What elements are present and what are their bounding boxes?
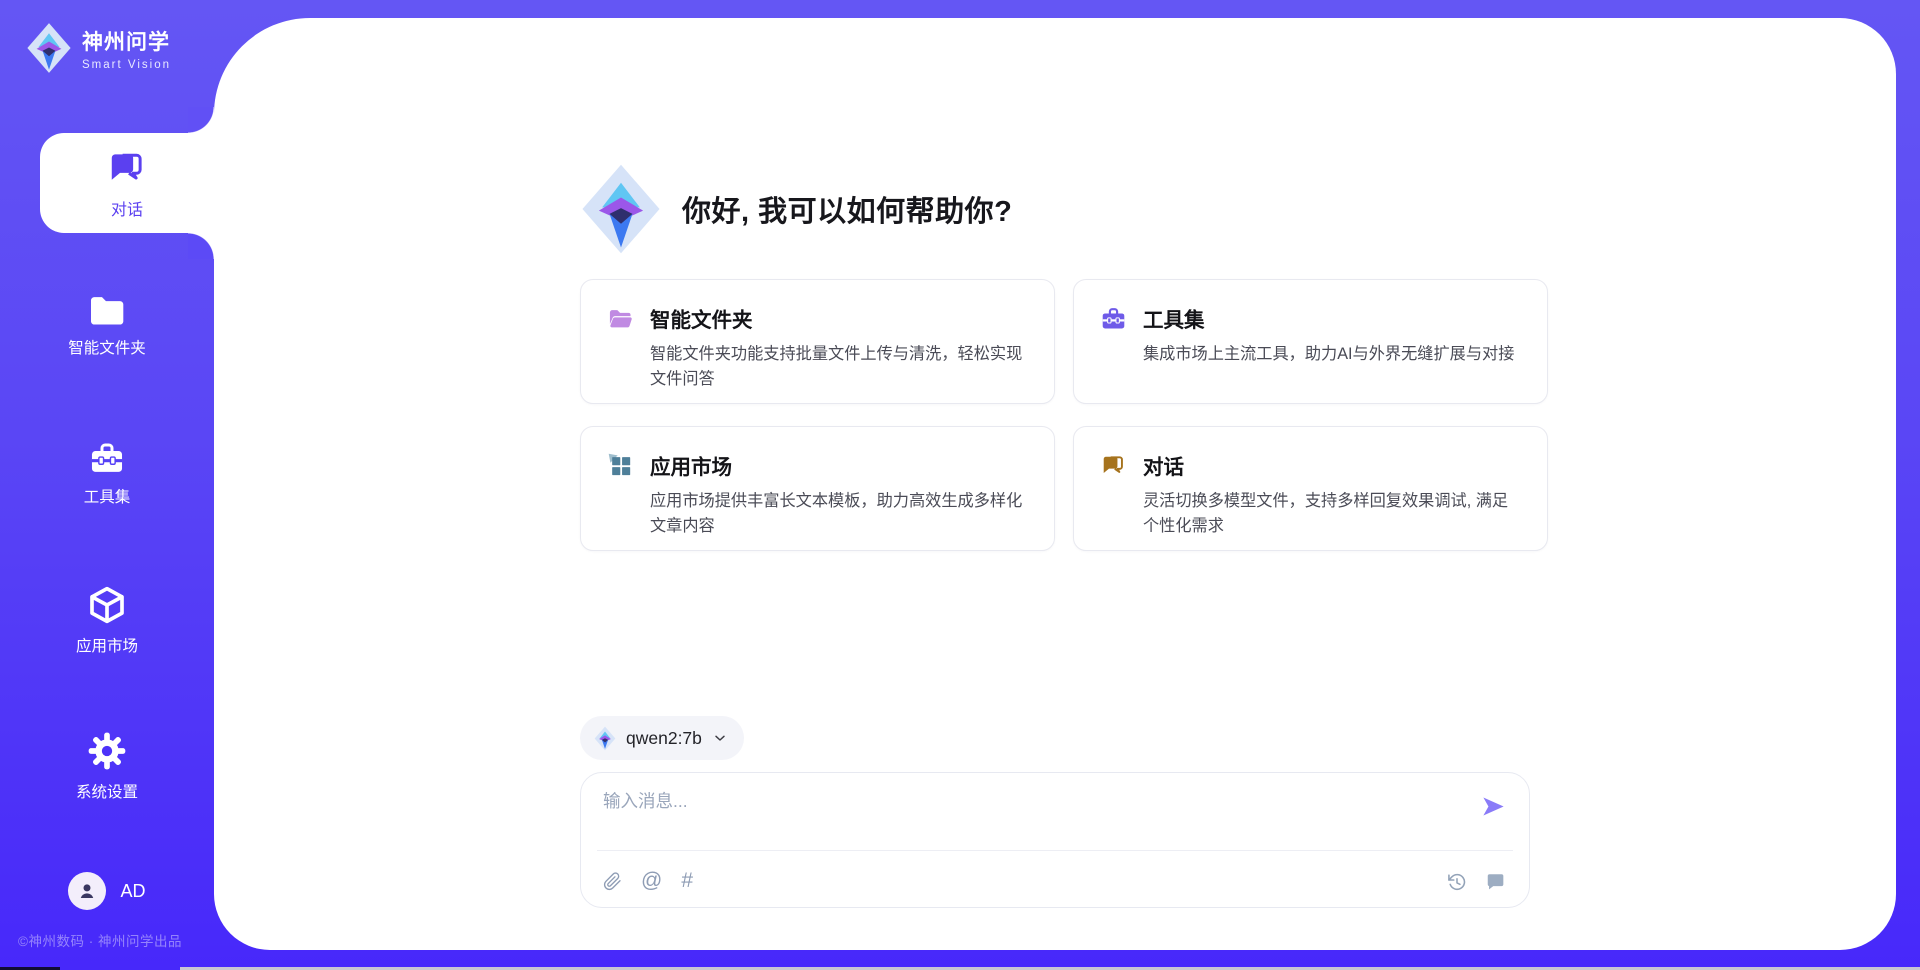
sidebar-footer: ©神州数码 · 神州问学出品 xyxy=(18,930,182,950)
toolbox-icon xyxy=(1100,305,1127,332)
sidebar-item-smart-folder[interactable]: 智能文件夹 xyxy=(0,295,214,358)
brand-subtitle: Smart Vision xyxy=(82,59,171,71)
sidebar-item-label: 智能文件夹 xyxy=(0,336,214,358)
card-description: 集成市场上主流工具，助力AI与外界无缝扩展与对接 xyxy=(1143,342,1521,367)
card-title: 应用市场 xyxy=(650,450,1028,480)
chat-icon xyxy=(1100,452,1127,479)
send-icon xyxy=(1480,793,1507,820)
greeting-header: 你好, 我可以如何帮助你? xyxy=(580,163,1012,255)
card-toolset[interactable]: 工具集 集成市场上主流工具，助力AI与外界无缝扩展与对接 xyxy=(1073,279,1548,404)
card-app-market[interactable]: 应用市场 应用市场提供丰富长文本模板，助力高效生成多样化文章内容 xyxy=(580,426,1055,551)
sidebar-item-label: 对话 xyxy=(111,196,143,220)
paperclip-icon xyxy=(603,871,622,892)
attach-button[interactable] xyxy=(603,871,622,892)
folder-icon xyxy=(88,295,126,327)
toolbox-icon xyxy=(88,440,126,476)
person-icon xyxy=(76,880,98,902)
message-composer: @ # xyxy=(580,772,1530,908)
brand: 神州问学 Smart Vision xyxy=(26,22,171,74)
gem-logo-icon xyxy=(580,163,662,255)
sidebar-item-toolset[interactable]: 工具集 xyxy=(0,440,214,507)
model-name: qwen2:7b xyxy=(626,728,702,749)
feature-cards: 智能文件夹 智能文件夹功能支持批量文件上传与清洗，轻松实现文件问答 工具集 集成… xyxy=(580,279,1530,551)
chat-icon xyxy=(106,147,148,189)
composer-tools-right xyxy=(1446,871,1507,893)
history-button[interactable] xyxy=(1446,871,1468,893)
card-chat[interactable]: 对话 灵活切换多模型文件，支持多样回复效果调试, 满足个性化需求 xyxy=(1073,426,1548,551)
composer-tools-left: @ # xyxy=(603,870,693,892)
cube-icon xyxy=(87,585,127,625)
chat-bubble-button[interactable] xyxy=(1485,871,1507,893)
gear-icon xyxy=(87,731,127,771)
message-input[interactable] xyxy=(603,788,1465,840)
avatar xyxy=(68,872,106,910)
card-title: 智能文件夹 xyxy=(650,303,1028,333)
main-panel: 你好, 我可以如何帮助你? 智能文件夹 智能文件夹功能支持批量文件上传与清洗，轻… xyxy=(214,18,1896,950)
card-description: 灵活切换多模型文件，支持多样回复效果调试, 满足个性化需求 xyxy=(1143,489,1521,539)
chevron-down-icon xyxy=(712,730,728,746)
card-description: 智能文件夹功能支持批量文件上传与清洗，轻松实现文件问答 xyxy=(650,342,1028,392)
sidebar-item-chat[interactable]: 对话 xyxy=(40,133,214,233)
hash-icon[interactable]: # xyxy=(681,870,693,892)
brand-title: 神州问学 xyxy=(82,26,171,56)
card-title: 工具集 xyxy=(1143,303,1521,333)
chat-bubble-icon xyxy=(1485,871,1507,893)
greeting-title: 你好, 我可以如何帮助你? xyxy=(682,188,1012,230)
card-smart-folder[interactable]: 智能文件夹 智能文件夹功能支持批量文件上传与清洗，轻松实现文件问答 xyxy=(580,279,1055,404)
user-initials: AD xyxy=(120,881,145,902)
history-icon xyxy=(1446,871,1468,893)
sidebar-item-settings[interactable]: 系统设置 xyxy=(0,731,214,802)
sidebar-item-label: 系统设置 xyxy=(0,780,214,802)
gem-logo-icon xyxy=(594,726,616,751)
composer-divider xyxy=(597,850,1513,851)
card-description: 应用市场提供丰富长文本模板，助力高效生成多样化文章内容 xyxy=(650,489,1028,539)
at-icon[interactable]: @ xyxy=(641,870,662,892)
sidebar-item-app-market[interactable]: 应用市场 xyxy=(0,585,214,656)
model-selector[interactable]: qwen2:7b xyxy=(580,716,744,760)
send-button[interactable] xyxy=(1480,793,1507,820)
card-title: 对话 xyxy=(1143,450,1521,480)
brand-gem-icon xyxy=(26,22,72,74)
user-profile[interactable]: AD xyxy=(0,872,214,910)
grid-cube-icon xyxy=(607,452,634,479)
open-folder-icon xyxy=(607,305,634,332)
sidebar: 神州问学 Smart Vision 对话 智能文件夹 工具集 应用市场 xyxy=(0,0,214,970)
sidebar-item-label: 工具集 xyxy=(0,485,214,507)
sidebar-item-label: 应用市场 xyxy=(0,634,214,656)
